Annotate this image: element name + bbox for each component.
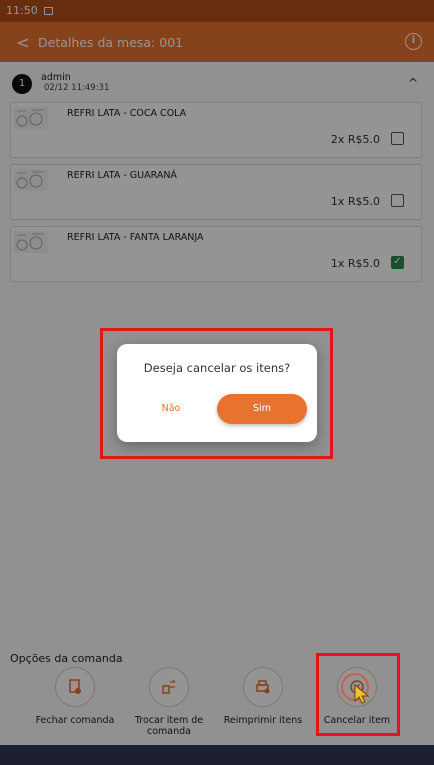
- system-nav-bar: [0, 745, 434, 765]
- cursor-icon: [354, 683, 370, 704]
- app-screen: 11:50 < Detalhes da mesa: 001 i 1 admin …: [0, 0, 434, 765]
- highlight-box: [100, 328, 333, 459]
